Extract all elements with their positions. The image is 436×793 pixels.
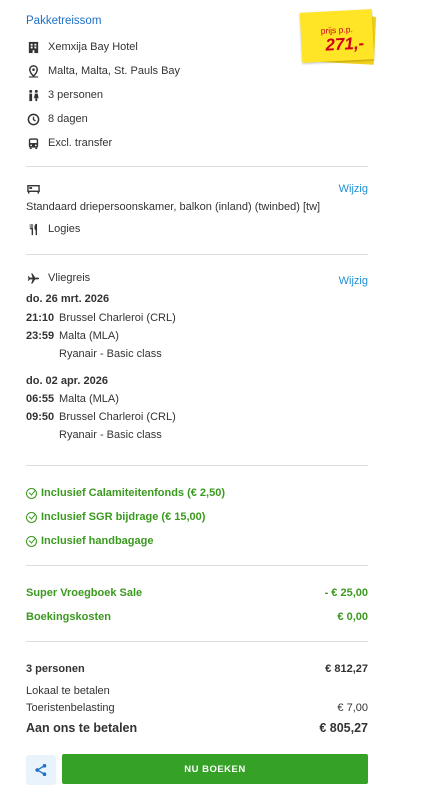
divider	[26, 166, 368, 167]
check-circle-icon	[26, 511, 37, 523]
pay-total-label: Aan ons te betalen	[26, 721, 138, 735]
tourist-tax-row: Toeristenbelasting € 7,00	[26, 702, 368, 714]
hotel-row: Xemxija Bay Hotel	[26, 40, 138, 54]
outbound-date: do. 26 mrt. 2026	[26, 293, 110, 305]
board-text: Logies	[48, 223, 81, 235]
divider	[26, 465, 368, 466]
departure-airport: Malta (MLA)	[59, 393, 119, 405]
room-header	[26, 181, 48, 195]
share-icon	[35, 764, 47, 776]
discount-label: Super Vroegboek Sale	[26, 587, 143, 599]
inclusion-label: Inclusief Calamiteitenfonds (€ 2,50)	[41, 487, 225, 499]
return-date: do. 02 apr. 2026	[26, 375, 108, 387]
share-button[interactable]	[26, 755, 56, 785]
arrival-time: 23:59	[26, 330, 55, 342]
check-circle-icon	[26, 487, 37, 499]
room-description: Standaard driepersoonskamer, balkon (inl…	[26, 201, 321, 213]
pay-total-value: € 805,27	[319, 721, 368, 735]
hotel-name: Xemxija Bay Hotel	[48, 41, 138, 53]
flight-header: Vliegreis	[26, 271, 90, 285]
inclusion-label: Inclusief SGR bijdrage (€ 15,00)	[41, 511, 206, 523]
duration-row: 8 dagen	[26, 112, 88, 126]
edit-flight-link[interactable]: Wijzig	[339, 275, 368, 287]
return-departure: 06:55 Malta (MLA)	[26, 393, 119, 405]
location-row: Malta, Malta, St. Pauls Bay	[26, 64, 180, 78]
price-per-person-value: 271,-	[324, 33, 365, 55]
inclusion-item: Inclusief SGR bijdrage (€ 15,00)	[26, 511, 205, 523]
departure-time: 06:55	[26, 393, 55, 405]
duration-text: 8 dagen	[48, 113, 88, 125]
tourist-tax-label: Toeristenbelasting	[26, 702, 115, 714]
edit-room-link[interactable]: Wijzig	[339, 183, 368, 195]
transfer-text: Excl. transfer	[48, 137, 113, 149]
tourist-tax-value: € 7,00	[337, 702, 368, 714]
arrival-airport: Malta (MLA)	[59, 330, 119, 342]
outbound-departure: 21:10 Brussel Charleroi (CRL)	[26, 312, 176, 324]
board-row: Logies	[26, 222, 80, 236]
price-sticker: prijs p.p. 271,-	[299, 9, 377, 65]
pay-total-row: Aan ons te betalen € 805,27	[26, 721, 368, 735]
persons-total-row: 3 personen € 812,27	[26, 663, 368, 675]
divider	[26, 254, 368, 255]
discount-value: - € 25,00	[324, 587, 368, 599]
outbound-carrier: Ryanair - Basic class	[59, 348, 162, 360]
booking-cost-label: Boekingskosten	[26, 611, 111, 623]
arrival-time: 09:50	[26, 411, 55, 423]
bed-icon	[26, 181, 40, 195]
map-pin-icon	[26, 64, 40, 78]
divider	[26, 641, 368, 642]
bus-icon	[26, 136, 40, 150]
local-pay-row: Lokaal te betalen	[26, 685, 368, 697]
arrival-airport: Brussel Charleroi (CRL)	[59, 411, 176, 423]
inclusion-item: Inclusief Calamiteitenfonds (€ 2,50)	[26, 487, 225, 499]
cutlery-icon	[26, 222, 40, 236]
divider	[26, 565, 368, 566]
booking-cost-row: Boekingskosten € 0,00	[26, 611, 368, 623]
clock-icon	[26, 112, 40, 126]
booking-cost-value: € 0,00	[337, 611, 368, 623]
persons-text: 3 personen	[48, 89, 104, 101]
inclusion-label: Inclusief handbagage	[41, 535, 154, 547]
discount-row: Super Vroegboek Sale - € 25,00	[26, 587, 368, 599]
persons-row: 3 personen	[26, 88, 103, 102]
package-title: Pakketreissom	[26, 15, 102, 27]
location-text: Malta, Malta, St. Pauls Bay	[48, 65, 181, 77]
inclusion-item: Inclusief handbagage	[26, 535, 153, 547]
building-icon	[26, 40, 40, 54]
people-icon	[26, 88, 40, 102]
outbound-arrival: 23:59 Malta (MLA)	[26, 330, 119, 342]
return-carrier: Ryanair - Basic class	[59, 429, 162, 441]
local-pay-label: Lokaal te betalen	[26, 685, 110, 697]
persons-total-label: 3 personen	[26, 663, 85, 675]
return-arrival: 09:50 Brussel Charleroi (CRL)	[26, 411, 176, 423]
airplane-icon	[26, 271, 40, 285]
check-circle-icon	[26, 535, 37, 547]
persons-total-value: € 812,27	[325, 663, 368, 675]
flight-title: Vliegreis	[48, 272, 91, 284]
transfer-row: Excl. transfer	[26, 136, 112, 150]
departure-airport: Brussel Charleroi (CRL)	[59, 312, 176, 324]
book-now-button[interactable]: NU BOEKEN	[62, 754, 368, 784]
departure-time: 21:10	[26, 312, 55, 324]
